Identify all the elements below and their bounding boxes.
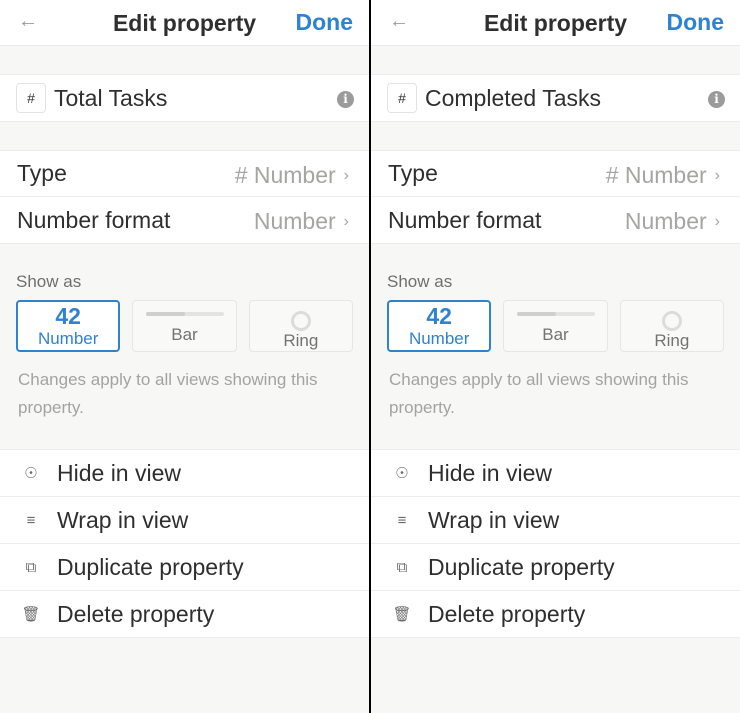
trash-icon: 🗑 <box>21 606 41 623</box>
number-format-row[interactable]: Number format Number › <box>371 197 740 244</box>
chevron-right-icon: › <box>343 213 349 230</box>
wrap-icon: ≡ <box>26 511 36 529</box>
number-preview: 42 <box>426 303 452 329</box>
eye-off-icon: ☉ <box>395 465 409 482</box>
option-label: Bar <box>542 325 569 344</box>
type-row[interactable]: Type # Number › <box>0 150 369 197</box>
edit-property-panel-left: ← Edit property Done # Total Tasks i Typ… <box>0 0 369 713</box>
option-label: Ring <box>283 331 319 350</box>
menu-item-label: Delete property <box>428 600 586 627</box>
info-icon[interactable]: i <box>708 91 725 108</box>
eye-off-icon: ☉ <box>24 465 38 482</box>
property-type-icon[interactable]: # <box>16 83 46 113</box>
number-format-row[interactable]: Number format Number › <box>0 197 369 244</box>
edit-property-panel-right: ← Edit property Done # Completed Tasks i… <box>371 0 740 713</box>
ring-preview-icon <box>661 311 682 331</box>
option-label: Number <box>408 329 470 348</box>
trash-icon: 🗑 <box>392 606 412 623</box>
number-format-label: Number format <box>17 206 171 233</box>
type-value: # Number <box>234 162 336 188</box>
bar-preview <box>516 312 595 316</box>
done-button[interactable]: Done <box>667 9 725 36</box>
header: ← Edit property Done <box>371 0 740 46</box>
menu-item-label: Hide in view <box>428 459 552 486</box>
show-as-help-text: Changes apply to all views showing this … <box>18 370 318 417</box>
menu-item-label: Wrap in view <box>57 506 189 533</box>
show-as-number-option[interactable]: 42 Number <box>387 300 492 352</box>
property-type-icon[interactable]: # <box>387 83 417 113</box>
chevron-right-icon: › <box>714 167 720 184</box>
type-label: Type <box>17 160 67 186</box>
duplicate-property-item[interactable]: ⧉ Duplicate property <box>0 544 369 591</box>
show-as-help-text: Changes apply to all views showing this … <box>389 370 689 417</box>
option-label: Bar <box>171 325 198 344</box>
menu-item-label: Delete property <box>57 600 215 627</box>
done-button[interactable]: Done <box>296 9 354 36</box>
option-label: Number <box>37 329 99 348</box>
ring-preview-icon <box>290 311 311 331</box>
bar-preview-fill <box>516 312 556 316</box>
hide-in-view-item[interactable]: ☉ Hide in view <box>371 450 740 497</box>
delete-property-item[interactable]: 🗑 Delete property <box>371 591 740 638</box>
show-as-ring-option[interactable]: Ring <box>619 300 724 352</box>
option-label: Ring <box>654 331 690 350</box>
type-label: Type <box>388 160 438 186</box>
duplicate-property-item[interactable]: ⧉ Duplicate property <box>371 544 740 591</box>
number-preview: 42 <box>55 303 81 329</box>
type-value: # Number <box>605 162 707 188</box>
wrap-in-view-item[interactable]: ≡ Wrap in view <box>371 497 740 544</box>
number-format-value: Number <box>624 208 707 234</box>
show-as-section: Show as 42 Number Bar Ring Changes apply… <box>0 244 369 449</box>
property-name-row[interactable]: # Total Tasks i <box>0 74 369 122</box>
wrap-in-view-item[interactable]: ≡ Wrap in view <box>0 497 369 544</box>
chevron-right-icon: › <box>343 167 349 184</box>
info-icon[interactable]: i <box>337 91 354 108</box>
type-row[interactable]: Type # Number › <box>371 150 740 197</box>
wrap-icon: ≡ <box>397 511 407 529</box>
menu-item-label: Duplicate property <box>57 553 244 580</box>
show-as-label: Show as <box>16 272 82 291</box>
bar-preview-fill <box>145 312 185 316</box>
show-as-bar-option[interactable]: Bar <box>132 300 237 352</box>
menu-item-label: Duplicate property <box>428 553 615 580</box>
property-name-row[interactable]: # Completed Tasks i <box>371 74 740 122</box>
menu-item-label: Wrap in view <box>428 506 560 533</box>
chevron-right-icon: › <box>714 213 720 230</box>
header: ← Edit property Done <box>0 0 369 46</box>
delete-property-item[interactable]: 🗑 Delete property <box>0 591 369 638</box>
show-as-label: Show as <box>387 272 453 291</box>
bar-preview <box>145 312 224 316</box>
number-format-value: Number <box>253 208 336 234</box>
menu-item-label: Hide in view <box>57 459 181 486</box>
hide-in-view-item[interactable]: ☉ Hide in view <box>0 450 369 497</box>
number-format-label: Number format <box>388 206 542 233</box>
property-name-input[interactable]: Completed Tasks <box>425 85 601 112</box>
show-as-ring-option[interactable]: Ring <box>248 300 353 352</box>
property-name-input[interactable]: Total Tasks <box>54 85 167 112</box>
duplicate-icon: ⧉ <box>25 558 37 576</box>
show-as-number-option[interactable]: 42 Number <box>16 300 121 352</box>
show-as-bar-option[interactable]: Bar <box>503 300 608 352</box>
duplicate-icon: ⧉ <box>396 558 408 576</box>
show-as-section: Show as 42 Number Bar Ring Changes apply… <box>371 244 740 449</box>
